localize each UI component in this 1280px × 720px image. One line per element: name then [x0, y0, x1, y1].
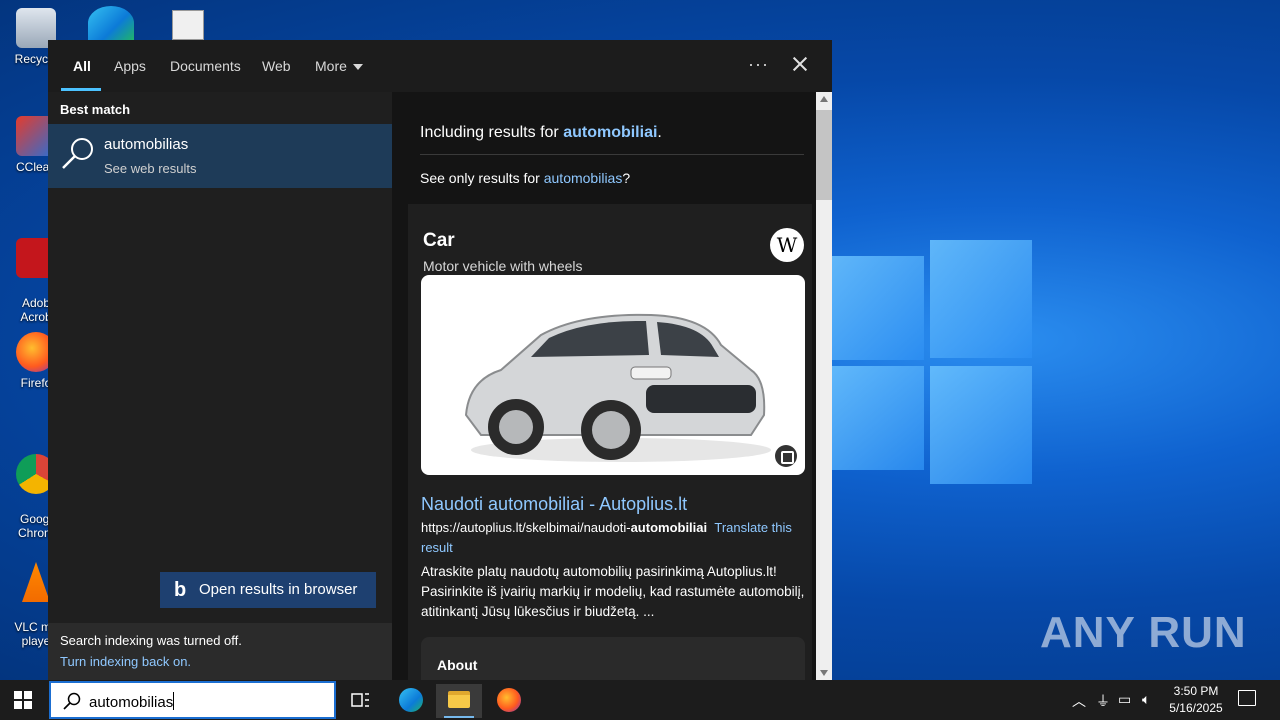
- entity-subtitle: Motor vehicle with wheels: [423, 258, 583, 274]
- including-term-link[interactable]: automobiliai: [563, 124, 657, 141]
- task-view-button[interactable]: [337, 684, 383, 718]
- edge-icon: [399, 688, 423, 712]
- see-only-term-link[interactable]: automobilias: [544, 170, 623, 186]
- search-icon: [62, 138, 93, 169]
- car-illustration: [464, 313, 771, 462]
- search-query-wrap: automobilias: [89, 692, 175, 711]
- taskbar: automobilias ︿ ⏚ ▭ 🔈︎ 3:50 PM 5/16/2025: [0, 680, 1280, 720]
- result-url-prefix: https://autoplius.lt/skelbimai/naudoti-: [421, 520, 631, 535]
- best-match-heading: Best match: [60, 102, 131, 117]
- edge-desktop-icon[interactable]: [88, 6, 134, 40]
- preview-pane: Including results for automobiliai. See …: [392, 92, 816, 680]
- preview-scrollbar[interactable]: [816, 92, 832, 680]
- usb-device-icon[interactable]: ⏚: [1096, 691, 1110, 711]
- indexing-notice: Search indexing was turned off. Turn ind…: [48, 623, 392, 680]
- including-results-text: Including results for automobiliai.: [420, 124, 662, 142]
- more-options-icon[interactable]: ···: [748, 54, 769, 75]
- network-icon[interactable]: ▭: [1118, 691, 1131, 708]
- result-title-link[interactable]: Naudoti automobiliai - Autoplius.lt: [421, 494, 687, 515]
- see-only-results-text: See only results for automobilias?: [420, 170, 630, 186]
- taskbar-file-explorer[interactable]: [436, 684, 482, 718]
- expand-image-icon[interactable]: [775, 445, 797, 467]
- tab-web[interactable]: Web: [262, 58, 291, 74]
- about-label: About: [437, 657, 478, 673]
- wikipedia-icon[interactable]: W: [770, 228, 804, 262]
- search-query-text: automobilias: [89, 694, 174, 711]
- text-cursor: [173, 692, 175, 710]
- bing-icon: b: [174, 579, 187, 601]
- taskbar-firefox[interactable]: [486, 684, 532, 718]
- car-image[interactable]: [421, 275, 805, 475]
- divider: [420, 154, 804, 155]
- see-only-prefix: See only results for: [420, 170, 544, 186]
- active-tab-indicator: [61, 88, 101, 91]
- tab-more-label: More: [315, 58, 347, 74]
- search-icon: [63, 692, 81, 710]
- system-clock[interactable]: 3:50 PM 5/16/2025: [1156, 683, 1236, 717]
- file-desktop-icon[interactable]: [172, 10, 204, 40]
- chevron-down-icon: [352, 64, 363, 71]
- clock-date: 5/16/2025: [1169, 701, 1223, 715]
- about-section[interactable]: About: [421, 637, 805, 680]
- open-browser-label: Open results in browser: [199, 581, 358, 598]
- turn-indexing-on-link[interactable]: Turn indexing back on.: [60, 654, 380, 669]
- notification-center-icon[interactable]: [1238, 690, 1256, 706]
- including-prefix: Including results for: [420, 124, 564, 141]
- clock-time: 3:50 PM: [1173, 684, 1219, 698]
- search-tabs-bar: All Apps Documents Web More ···: [48, 40, 832, 92]
- start-button[interactable]: [14, 691, 32, 709]
- firefox-icon: [497, 688, 521, 712]
- show-hidden-icons-chevron-icon[interactable]: ︿: [1072, 691, 1086, 711]
- task-view-icon: [351, 693, 369, 707]
- scrollbar-thumb[interactable]: [816, 110, 832, 200]
- windows-icon: [14, 691, 22, 699]
- indexing-message: Search indexing was turned off.: [60, 633, 242, 648]
- volume-icon[interactable]: 🔈︎: [1142, 691, 1150, 708]
- entity-card: Car Motor vehicle with wheels W Naudoti …: [408, 204, 812, 680]
- scroll-up-arrow-icon[interactable]: [820, 96, 828, 102]
- entity-title: Car: [423, 230, 455, 251]
- tab-more[interactable]: More: [315, 58, 363, 74]
- scroll-down-arrow-icon[interactable]: [820, 670, 828, 676]
- including-suffix: .: [657, 124, 662, 141]
- close-icon[interactable]: [788, 52, 812, 76]
- open-results-in-browser-button[interactable]: b Open results in browser: [160, 572, 376, 608]
- windows-logo: [832, 240, 1032, 485]
- see-only-suffix: ?: [622, 170, 631, 186]
- folder-icon: [448, 691, 470, 708]
- tab-documents[interactable]: Documents: [170, 58, 241, 74]
- tab-all[interactable]: All: [73, 58, 91, 74]
- result-url: https://autoplius.lt/skelbimai/naudoti-a…: [421, 518, 806, 558]
- taskbar-edge[interactable]: [388, 684, 434, 718]
- taskbar-search-input[interactable]: automobilias: [49, 681, 336, 719]
- best-match-subtitle: See web results: [104, 161, 197, 176]
- result-description: Atraskite platų naudotų automobilių pasi…: [421, 564, 805, 619]
- best-match-item[interactable]: automobilias See web results: [48, 124, 392, 188]
- best-match-title: automobilias: [104, 136, 189, 153]
- search-panel: All Apps Documents Web More ··· Best mat…: [48, 40, 832, 680]
- result-url-bold: automobiliai: [630, 520, 708, 535]
- anyrun-watermark: ANY RUN: [1040, 608, 1247, 657]
- tab-apps[interactable]: Apps: [114, 58, 146, 74]
